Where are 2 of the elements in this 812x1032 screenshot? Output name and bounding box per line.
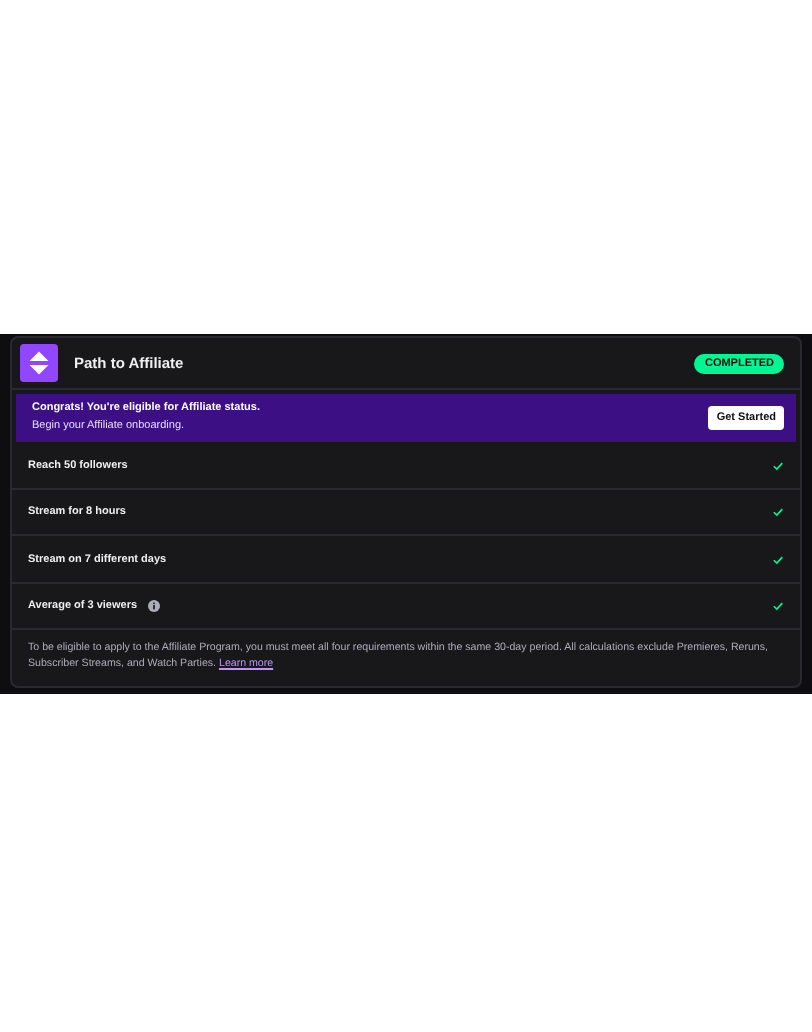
affiliate-logo-icon [20,344,58,383]
info-icon[interactable] [147,600,160,613]
